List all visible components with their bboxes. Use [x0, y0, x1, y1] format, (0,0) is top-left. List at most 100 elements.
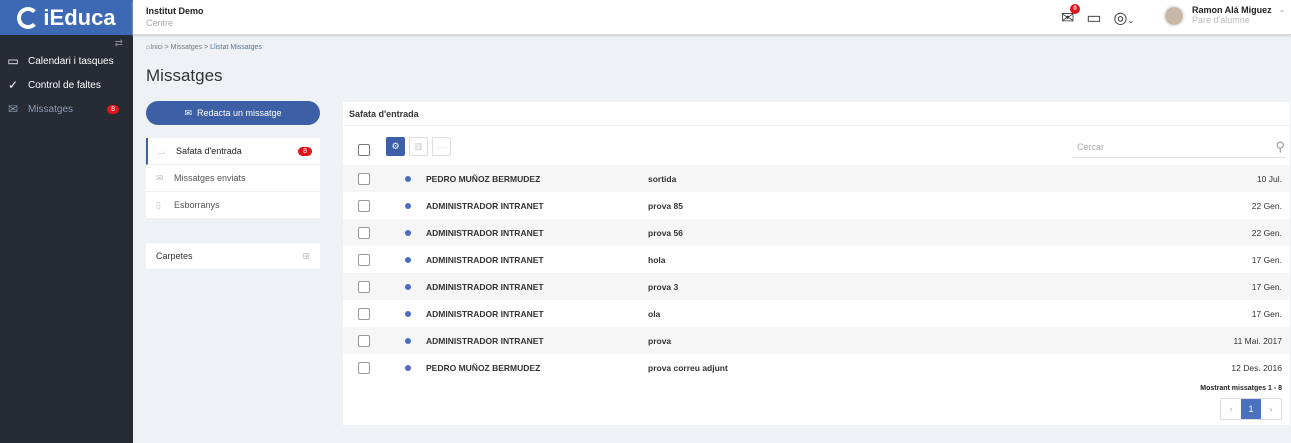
message-date: 17 Gen. — [1251, 281, 1282, 292]
unread-dot-icon — [405, 364, 411, 371]
search-icon[interactable]: ⚲ — [1275, 139, 1285, 155]
sidebar-item-control-faltes[interactable]: ✓ Control de faltes — [0, 73, 133, 97]
row-checkbox[interactable] — [358, 307, 370, 320]
unread-dot-icon — [405, 175, 411, 182]
row-checkbox[interactable] — [358, 172, 370, 185]
folder-label: Esborranys — [174, 200, 220, 210]
search-input[interactable]: Cercar ⚲ — [1073, 136, 1285, 158]
folder-label: Safata d'entrada — [176, 146, 242, 156]
breadcrumb-current: Llistat Missatges — [210, 44, 262, 51]
message-subject: prova — [648, 335, 672, 346]
compose-label: Redacta un missatge — [197, 108, 282, 118]
message-subject: hola — [648, 254, 666, 265]
more-icon: ··· — [437, 141, 446, 152]
inbox-badge: 8 — [298, 146, 312, 156]
message-row[interactable]: ADMINISTRADOR INTRANET ola 17 Gen. — [343, 300, 1290, 327]
collapse-sidebar-icon[interactable]: ⇄ — [0, 35, 133, 49]
sidebar-item-label: Calendari i tasques — [28, 55, 114, 67]
sidebar: iEduca ⇄ ▭ Calendari i tasques ✓ Control d… — [0, 0, 133, 443]
top-bar: Institut Demo Centre ✉ 0 ▭ ◎⌄ Ramon Alá M… — [133, 0, 1291, 35]
envelope-icon: ✉ — [156, 172, 164, 183]
breadcrumb-sep: > — [202, 44, 211, 51]
mail-icon[interactable]: ✉ 0 — [1061, 4, 1080, 28]
message-subject: prova 3 — [648, 281, 679, 292]
message-row[interactable]: ADMINISTRADOR INTRANET prova 3 17 Gen. — [343, 273, 1290, 300]
message-row[interactable]: PEDRO MUÑOZ BERMUDEZ sortida 10 Jul. — [343, 165, 1290, 192]
message-from: PEDRO MUÑOZ BERMUDEZ — [426, 362, 541, 373]
folder-sent[interactable]: ✉ Missatges enviats — [146, 165, 320, 192]
select-all-checkbox[interactable] — [358, 144, 370, 156]
page-button[interactable]: 1 — [1241, 399, 1261, 419]
mail-badge: 0 — [1070, 4, 1080, 14]
message-date: 17 Gen. — [1251, 308, 1282, 319]
message-from: PEDRO MUÑOZ BERMUDEZ — [426, 173, 541, 184]
row-checkbox[interactable] — [358, 253, 370, 266]
sidebar-item-missatges[interactable]: ✉ Missatges 8 — [0, 97, 133, 121]
message-row[interactable]: ADMINISTRADOR INTRANET hola 17 Gen. — [343, 246, 1290, 273]
toolbar: ⚙ ▥ ··· — [358, 137, 451, 156]
add-folder-icon[interactable]: ⊞ — [302, 251, 310, 262]
breadcrumb-missatges[interactable]: Missatges — [171, 44, 203, 51]
envelope-icon: ✉ — [7, 102, 19, 116]
folder-inbox[interactable]: ⌴ Safata d'entrada 8 — [146, 138, 320, 165]
prev-page-button[interactable]: ‹ — [1221, 399, 1241, 419]
user-menu[interactable]: Ramon Alá Miguez Pare d'alumne ⌄ — [1163, 5, 1285, 27]
pagination-info: Mostrant missatges 1 - 8 — [1200, 385, 1282, 392]
row-checkbox[interactable] — [358, 361, 370, 374]
message-row[interactable]: ADMINISTRADOR INTRANET prova 85 22 Gen. — [343, 192, 1290, 219]
sidebar-item-label: Missatges — [28, 103, 74, 115]
sidebar-item-calendari[interactable]: ▭ Calendari i tasques — [0, 49, 133, 73]
message-row[interactable]: ADMINISTRADOR INTRANET prova 56 22 Gen. — [343, 219, 1290, 246]
row-checkbox[interactable] — [358, 334, 370, 347]
row-checkbox[interactable] — [358, 199, 370, 212]
message-row[interactable]: PEDRO MUÑOZ BERMUDEZ prova correu adjunt 1… — [343, 354, 1290, 381]
calendar-icon: ▭ — [7, 54, 19, 68]
logo-text: iEduca — [43, 4, 116, 30]
gear-icon: ⚙ — [391, 141, 400, 151]
message-date: 12 Des. 2016 — [1231, 362, 1282, 373]
inbox-icon: ⌴ — [158, 145, 166, 156]
folder-list: ⌴ Safata d'entrada 8 ✉ Missatges enviats ▯ E… — [146, 138, 320, 219]
message-date: 11 Mai. 2017 — [1233, 335, 1282, 346]
unread-dot-icon — [405, 283, 411, 290]
org-name: Institut Demo — [146, 6, 204, 16]
message-row[interactable]: ADMINISTRADOR INTRANET prova 11 Mai. 2017 — [343, 327, 1290, 354]
delete-button[interactable]: ▥ — [409, 137, 428, 156]
help-lifebuoy-icon[interactable]: ◎⌄ — [1114, 8, 1135, 28]
message-subject: prova correu adjunt — [648, 362, 728, 373]
carpetes-section: Carpetes ⊞ — [146, 243, 320, 269]
logo-icon — [17, 6, 40, 29]
search-placeholder: Cercar — [1077, 141, 1105, 152]
message-subject: sortida — [648, 173, 677, 184]
row-checkbox[interactable] — [358, 280, 370, 293]
settings-button[interactable]: ⚙ — [386, 137, 405, 156]
breadcrumb-sep: > — [162, 44, 171, 51]
folder-drafts[interactable]: ▯ Esborranys — [146, 192, 320, 219]
unread-dot-icon — [405, 229, 411, 236]
message-date: 10 Jul. — [1256, 173, 1282, 184]
message-subject: prova 85 — [648, 200, 683, 211]
avatar — [1163, 5, 1185, 27]
pagination: ‹ 1 › — [1220, 398, 1282, 420]
message-from: ADMINISTRADOR INTRANET — [426, 281, 544, 292]
compose-button[interactable]: ✉ Redacta un missatge — [146, 101, 320, 125]
next-page-button[interactable]: › — [1261, 399, 1281, 419]
unread-badge: 8 — [107, 104, 119, 114]
folder-label: Missatges enviats — [174, 173, 246, 183]
message-list: PEDRO MUÑOZ BERMUDEZ sortida 10 Jul. ADMINI… — [343, 165, 1290, 381]
row-checkbox[interactable] — [358, 226, 370, 239]
envelope-icon: ✉ — [184, 107, 192, 118]
message-date: 22 Gen. — [1251, 200, 1282, 211]
ieduca-logo[interactable]: iEduca — [0, 0, 133, 35]
sidebar-item-label: Control de faltes — [28, 79, 101, 91]
message-date: 17 Gen. — [1251, 254, 1282, 265]
unread-dot-icon — [405, 310, 411, 317]
breadcrumb-home[interactable]: Inici — [150, 44, 162, 51]
message-from: ADMINISTRADOR INTRANET — [426, 335, 544, 346]
message-from: ADMINISTRADOR INTRANET — [426, 254, 544, 265]
more-button[interactable]: ··· — [432, 137, 451, 156]
calendar-icon[interactable]: ▭ — [1086, 8, 1101, 28]
message-from: ADMINISTRADOR INTRANET — [426, 227, 544, 238]
chevron-down-icon: ⌄ — [1278, 5, 1286, 14]
org-sub: Centre — [146, 18, 174, 28]
